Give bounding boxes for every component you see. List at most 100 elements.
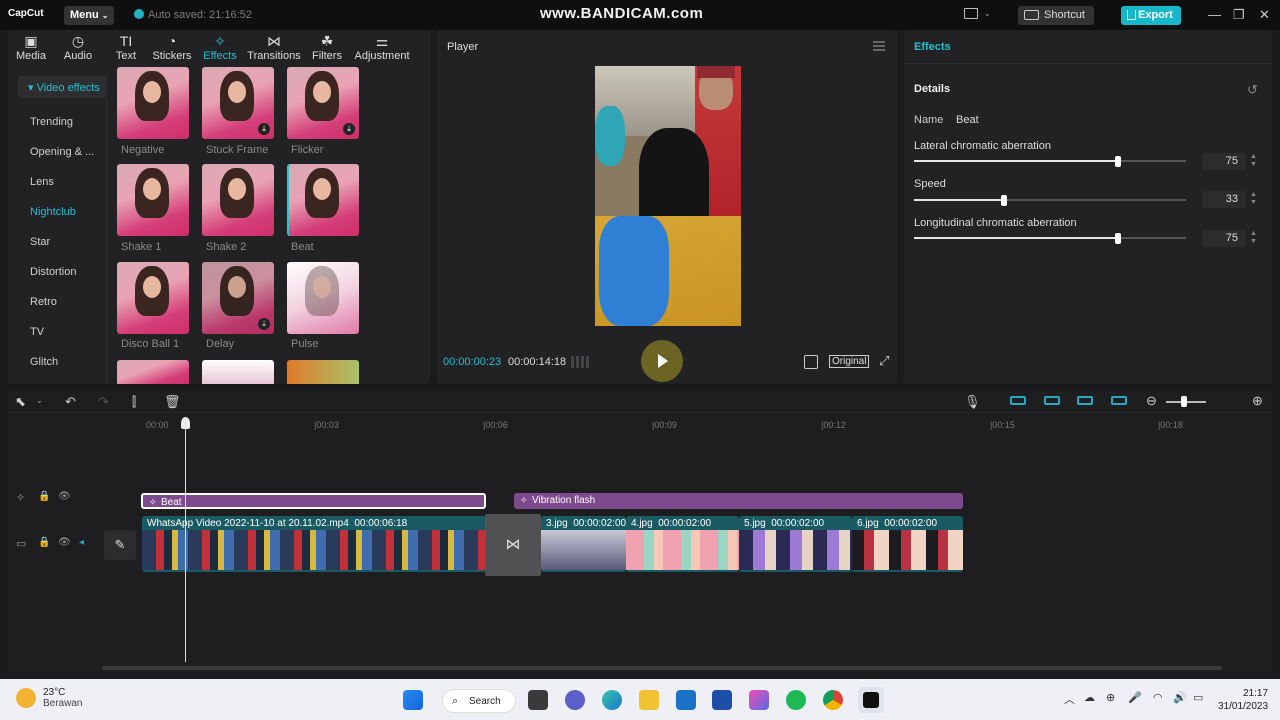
aspect-ratio-button[interactable]: Original [829,355,870,368]
split-icon[interactable]: ⫿ [132,394,136,410]
tab-adjustment[interactable]: ⚌ Adjustment [352,32,412,62]
export-button[interactable]: Export [1121,6,1181,25]
weather-icon[interactable] [16,688,36,708]
effect-thumbnail-partial[interactable] [202,360,274,384]
battery-icon[interactable]: ▭ [1193,691,1203,704]
effect-thumbnail-stuck-frame[interactable]: ⤓ [202,67,274,139]
chrome-icon[interactable] [823,690,843,710]
linkage-icon[interactable] [1044,396,1060,405]
taskbar-clock[interactable]: 21:17 31/01/2023 [1218,687,1268,713]
file-explorer-icon[interactable] [639,690,659,710]
effect-thumbnail-shake-2[interactable] [202,164,274,236]
stepper-icon[interactable]: ▲ ▼ [1250,191,1260,208]
close-icon[interactable]: ✕ [1259,7,1270,23]
tab-media[interactable]: ▣ Media [16,32,46,62]
slider-longitudinal[interactable] [914,237,1186,239]
video-clip[interactable]: WhatsApp Video 2022-11-10 at 20.11.02.mp… [142,516,486,572]
sidebar-item-glitch[interactable]: Glitch [30,356,58,368]
image-clip[interactable]: 4.jpg 00:00:02:00 [626,516,739,572]
zoom-in-icon[interactable]: ⊕ [1252,393,1263,409]
tab-transitions[interactable]: ⋈ Transitions [246,32,302,62]
shortcut-button[interactable]: Shortcut [1018,6,1094,25]
effect-thumbnail-beat[interactable] [287,164,359,236]
undo-icon[interactable]: ↶ [65,394,76,410]
value-input-longitudinal[interactable]: 75 [1202,230,1246,247]
align-icon[interactable] [1111,396,1127,405]
reset-icon[interactable]: ↺ [1247,82,1258,98]
tab-text[interactable]: TI Text [112,32,140,62]
effect-thumbnail-shake-1[interactable] [117,164,189,236]
layout-icon[interactable] [964,8,978,19]
wifi-icon[interactable]: ◠ [1153,691,1163,704]
sidebar-item-trending[interactable]: Trending [30,116,73,128]
image-clip[interactable]: 6.jpg 00:00:02:00 [852,516,963,572]
inspector-tab-effects[interactable]: Effects [914,41,951,53]
tab-audio[interactable]: ◷ Audio [62,32,94,62]
slider-lateral[interactable] [914,160,1186,162]
tray-overflow-icon[interactable]: ︿ [1064,691,1075,707]
copilot-icon[interactable] [749,690,769,710]
chevron-down-icon[interactable]: ⌄ [36,396,43,405]
zoom-out-icon[interactable]: ⊖ [1146,393,1157,409]
menu-button[interactable]: Menu ⌄ [64,6,114,25]
eye-icon[interactable]: 👁 [58,537,71,548]
slider-knob[interactable] [1115,233,1121,244]
video-preview[interactable] [595,66,741,326]
download-icon[interactable]: ⤓ [258,318,270,330]
preview-axis-icon[interactable] [1077,396,1093,405]
image-clip[interactable]: 3.jpg 00:00:02:00 [541,516,626,572]
screenshot-icon[interactable] [804,355,818,369]
sidebar-item-distortion[interactable]: Distortion [30,266,76,278]
store-icon[interactable] [712,690,732,710]
tab-effects[interactable]: ✧ Effects [202,32,238,62]
task-view-icon[interactable] [528,690,548,710]
image-clip[interactable]: 5.jpg 00:00:02:00 [739,516,852,572]
waveform-icon[interactable] [571,356,589,368]
effect-thumbnail-flicker[interactable]: ⤓ [287,67,359,139]
language-icon[interactable]: ⊕ [1106,691,1115,704]
snap-icon[interactable] [1010,396,1026,405]
fullscreen-icon[interactable]: ⤢ [879,353,889,369]
slider-knob[interactable] [1000,195,1007,206]
mail-icon[interactable] [676,690,696,710]
playhead[interactable] [185,418,186,662]
layout-chevron-icon[interactable]: ⌄ [984,9,991,18]
windows-start-icon[interactable] [403,690,423,710]
lock-icon[interactable]: 🔒 [38,537,50,548]
value-input-lateral[interactable]: 75 [1202,153,1246,170]
sidebar-item-video-effects[interactable]: ▾ Video effects [18,76,106,98]
delete-icon[interactable]: 🗑 [164,394,181,410]
volume-icon[interactable]: 🔊 [1173,691,1187,704]
tab-filters[interactable]: ☘ Filters [310,32,344,62]
sidebar-item-tv[interactable]: TV [30,326,44,338]
slider-knob[interactable] [1115,156,1121,167]
onedrive-icon[interactable]: ☁ [1084,691,1095,704]
edge-icon[interactable] [602,690,622,710]
effect-thumbnail-pulse[interactable] [287,262,359,334]
redo-icon[interactable]: ↷ [98,394,109,410]
transition-marker-icon[interactable]: ⋈ [485,514,541,576]
sidebar-item-lens[interactable]: Lens [30,176,54,188]
eye-icon[interactable]: 👁 [58,491,71,502]
restore-icon[interactable]: ❐ [1233,7,1245,23]
stepper-icon[interactable]: ▲ ▼ [1250,230,1260,247]
effect-thumbnail-partial[interactable] [287,360,359,384]
capcut-taskbar-icon[interactable] [858,687,884,713]
hamburger-icon[interactable] [873,41,885,51]
sidebar-item-star[interactable]: Star [30,236,50,248]
value-input-speed[interactable]: 33 [1202,191,1246,208]
zoom-knob[interactable] [1181,396,1187,407]
download-icon[interactable]: ⤓ [343,123,355,135]
play-button[interactable] [641,340,683,382]
lock-icon[interactable]: 🔒 [38,491,50,502]
taskbar-search[interactable]: ⌕ Search [442,689,516,713]
cover-edit-icon[interactable]: ✎ [104,530,136,560]
horizontal-scrollbar[interactable] [102,666,1222,670]
effect-clip-beat[interactable]: ✧ Beat [141,493,486,509]
tab-stickers[interactable]: ◔ Stickers [152,32,192,62]
microphone-icon[interactable]: 🎙 [964,394,981,410]
select-tool-icon[interactable]: ⬉ [15,394,26,410]
slider-speed[interactable] [914,199,1186,201]
audio-mute-icon[interactable]: ◂ [79,537,84,548]
spotify-icon[interactable] [786,690,806,710]
